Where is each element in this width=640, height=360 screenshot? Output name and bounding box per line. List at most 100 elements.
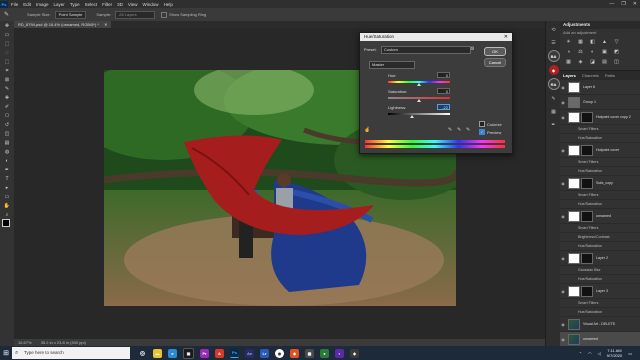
tab-layers[interactable]: Layers — [563, 73, 576, 78]
layer-row[interactable]: ◉ Hotpoint cover — [560, 143, 640, 158]
adjustment-type-icon[interactable]: ▤ — [600, 58, 609, 65]
app-orange-icon[interactable]: ◆ — [290, 348, 299, 358]
tray-up-icon[interactable]: ⌃ — [579, 351, 582, 356]
layer-effect-row[interactable]: Brightness/Contrast — [560, 233, 640, 242]
app-purple-icon[interactable]: ◐ — [335, 348, 344, 358]
minimize-icon[interactable]: — — [609, 1, 614, 7]
pen-tool-icon[interactable]: ✒ — [3, 166, 11, 174]
tab-channels[interactable]: Channels — [582, 73, 599, 78]
hue-value-field[interactable]: 0 — [437, 72, 450, 78]
adjustment-type-icon[interactable]: ◑ — [564, 48, 573, 55]
layer-mask-thumbnail[interactable] — [581, 252, 593, 264]
menu-layer[interactable]: Layer — [54, 2, 65, 7]
tab-close-icon[interactable]: ✕ — [104, 22, 107, 27]
eyedropper-icon[interactable]: ✎ — [448, 127, 452, 133]
adjustment-type-icon[interactable]: ◐ — [588, 48, 597, 55]
document-tab[interactable]: RD_8794.psd @ 16.4% (unnamed, RGB/8*) * … — [14, 21, 112, 28]
preview-checkbox[interactable]: ✓ Preview — [479, 129, 501, 135]
chrome-icon[interactable]: ◉ — [275, 348, 284, 358]
app-grey-icon[interactable]: ▦ — [305, 348, 314, 358]
premiere-icon[interactable]: Pr — [200, 348, 209, 358]
move-tool-icon[interactable]: ✥ — [3, 22, 11, 30]
visibility-eye-icon[interactable]: ◉ — [560, 337, 566, 342]
store-icon[interactable]: ▣ — [183, 347, 194, 359]
channels-icon[interactable]: ▦ — [549, 107, 558, 116]
close-icon[interactable]: ✕ — [633, 1, 637, 7]
layer-effect-row[interactable]: Hue/Saturation — [560, 134, 640, 143]
visibility-eye-icon[interactable]: ◉ — [560, 322, 566, 327]
task-view-icon[interactable]: ◎ — [138, 349, 147, 358]
hue-slider-thumb[interactable] — [417, 83, 421, 86]
ra-plugin-icon[interactable]: RA — [547, 78, 560, 90]
taskbar-search-input[interactable]: Type here to search — [12, 347, 130, 359]
adjustment-type-icon[interactable]: ⚖ — [576, 48, 585, 55]
foreground-color-swatch[interactable] — [2, 219, 10, 227]
colorize-checkbox[interactable]: Colorize — [479, 121, 502, 127]
hand-tool-icon[interactable]: ✋ — [3, 202, 11, 210]
menu-filter[interactable]: Filter — [102, 2, 112, 7]
layer-effect-row[interactable]: Smart Filters — [560, 191, 640, 200]
visibility-eye-icon[interactable]: ◉ — [560, 85, 566, 90]
layer-mask-thumbnail[interactable] — [581, 210, 593, 222]
layer-effect-row[interactable]: Hue/Saturation — [560, 308, 640, 317]
object-select-tool-icon[interactable]: ⬚ — [3, 58, 11, 66]
windows-start-icon[interactable]: ⊞ — [0, 346, 12, 360]
file-explorer-icon[interactable]: ▬ — [153, 348, 162, 358]
eyedropper-plus-icon[interactable]: ✎ — [457, 127, 461, 133]
adjustment-type-icon[interactable]: ◧ — [588, 38, 597, 45]
layer-row[interactable]: ◉ Layer 2 — [560, 251, 640, 266]
layer-mask-thumbnail[interactable] — [581, 111, 593, 123]
menu-type[interactable]: Type — [70, 2, 80, 7]
menu-file[interactable]: File — [11, 2, 18, 7]
lightness-slider-track[interactable] — [388, 113, 450, 115]
saturation-slider-thumb[interactable] — [417, 99, 421, 102]
healing-brush-tool-icon[interactable]: ✚ — [3, 94, 11, 102]
eyedropper-tool-icon[interactable]: ✎ — [4, 11, 9, 18]
layer-effect-row[interactable]: Smart Filters — [560, 224, 640, 233]
lasso-tool-icon[interactable]: ◌ — [3, 49, 11, 57]
visibility-eye-icon[interactable]: ◉ — [560, 148, 566, 153]
app-dark-icon[interactable]: ◈ — [350, 348, 359, 358]
shape-tool-icon[interactable]: ▭ — [3, 193, 11, 201]
menu-image[interactable]: Image — [36, 2, 49, 7]
eyedropper-tool-icon[interactable]: ✎ — [3, 85, 11, 93]
clock[interactable]: 7:11 AM 9/7/2020 — [607, 348, 623, 358]
properties-icon[interactable]: ☰ — [549, 38, 558, 47]
app-red-icon[interactable]: A — [215, 348, 224, 358]
frame-tool-icon[interactable]: ⊠ — [3, 76, 11, 84]
menu-3d[interactable]: 3D — [117, 2, 123, 7]
layer-mask-thumbnail[interactable] — [581, 144, 593, 156]
adjustment-type-icon[interactable]: ◪ — [588, 58, 597, 65]
clone-stamp-tool-icon[interactable]: ⎔ — [3, 112, 11, 120]
zoom-level[interactable]: 16.67% — [18, 340, 32, 345]
layer-row[interactable]: ◉ Group 1 — [560, 95, 640, 110]
layer-row[interactable]: ◉ Layer 6 — [560, 80, 640, 95]
layer-effect-row[interactable]: Hue/Saturation — [560, 242, 640, 251]
lightroom-icon[interactable]: Lr — [260, 348, 269, 358]
layer-effect-row[interactable]: Hue/Saturation — [560, 167, 640, 176]
layer-row[interactable]: ◉ unnamed — [560, 209, 640, 224]
visibility-eye-icon[interactable]: ◉ — [560, 100, 566, 105]
ba-plugin-icon[interactable]: BA — [547, 50, 560, 62]
visibility-eye-icon[interactable]: ◉ — [560, 214, 566, 219]
menu-select[interactable]: Select — [85, 2, 98, 7]
menu-edit[interactable]: Edit — [23, 2, 31, 7]
layer-effect-row[interactable]: Smart Filters — [560, 299, 640, 308]
maximize-icon[interactable]: ❐ — [621, 1, 625, 7]
edge-icon[interactable]: e — [168, 348, 177, 358]
layer-effect-row[interactable]: Gaussian Blur — [560, 266, 640, 275]
adjustment-type-icon[interactable]: ☀ — [564, 38, 573, 45]
volume-icon[interactable]: ◁ — [598, 351, 601, 356]
show-sampling-ring-checkbox[interactable]: Show Sampling Ring — [161, 11, 206, 18]
dodge-tool-icon[interactable]: ◐ — [3, 157, 11, 165]
targeted-adjustment-icon[interactable]: ☝ — [364, 127, 370, 133]
preview-box[interactable]: ✓ — [479, 129, 485, 135]
layer-effect-row[interactable]: Hue/Saturation — [560, 200, 640, 209]
gradient-tool-icon[interactable]: ▤ — [3, 139, 11, 147]
zoom-tool-icon[interactable]: ⌕ — [3, 211, 11, 219]
dialog-title-bar[interactable]: Hue/Saturation ✕ — [360, 33, 512, 41]
visibility-eye-icon[interactable]: ◉ — [560, 181, 566, 186]
preset-select[interactable]: Custom — [381, 46, 471, 54]
after-effects-icon[interactable]: Ae — [245, 348, 254, 358]
visibility-eye-icon[interactable]: ◉ — [560, 289, 566, 294]
